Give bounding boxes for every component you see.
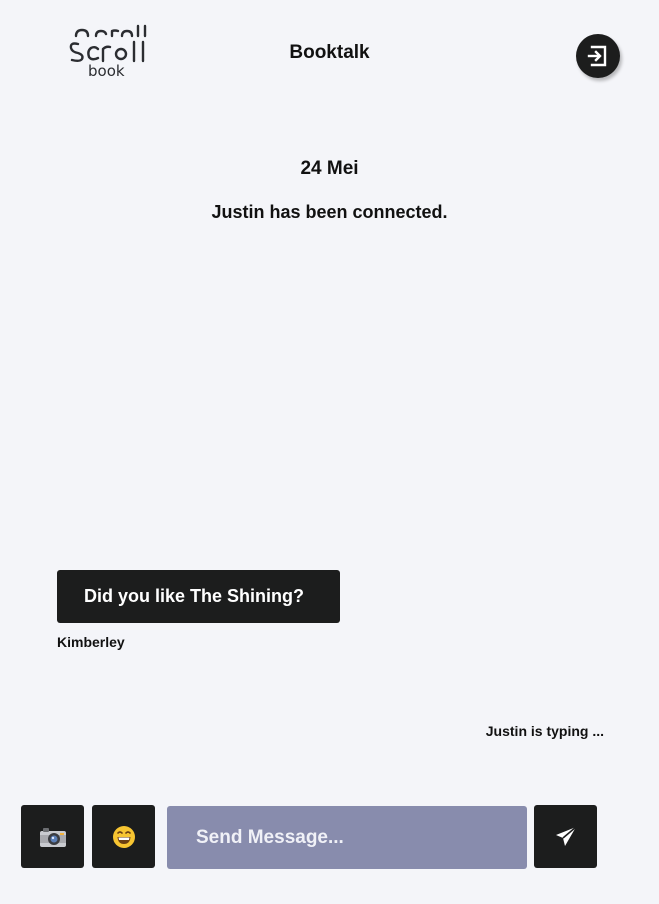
connection-status: Justin has been connected. [211, 202, 448, 222]
exit-button[interactable] [576, 34, 620, 78]
message-input[interactable] [167, 806, 527, 869]
camera-button[interactable] [21, 805, 84, 868]
typing-indicator: Justin is typing ... [485, 723, 604, 739]
paper-plane-icon [555, 825, 577, 846]
page-title: Booktalk [289, 42, 370, 63]
emoji-button[interactable] [92, 805, 155, 868]
message-sender: Kimberley [57, 634, 125, 650]
exit-icon [587, 45, 607, 67]
send-button[interactable] [534, 805, 597, 868]
grinning-face-icon [112, 825, 135, 848]
message-text: Did you like The Shining? [84, 586, 305, 606]
svg-text:book: book [88, 62, 125, 80]
message-bubble: Did you like The Shining? [57, 570, 340, 623]
camera-icon [39, 827, 66, 847]
chat-date: 24 Mei [300, 158, 359, 179]
